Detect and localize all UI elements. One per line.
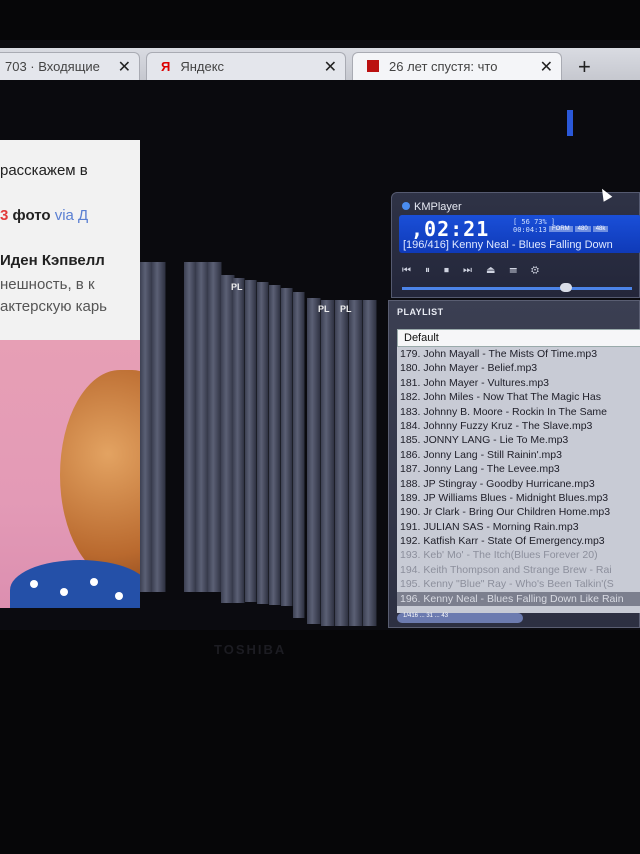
- bitrate-readout: [ 56 73% ]: [513, 218, 556, 226]
- article-line: актерскую карь: [0, 298, 107, 315]
- playlist-selector[interactable]: Default: [397, 329, 640, 347]
- tab-inbox[interactable]: 703 · Входящие ✕: [0, 52, 140, 80]
- ghost-window: [335, 300, 349, 626]
- hair: [60, 370, 140, 580]
- kmplayer-window[interactable]: KMPlayer ,02:21 [ 56 73% ] 00:04:13 FORM…: [391, 192, 640, 298]
- playlist-row[interactable]: 196. Kenny Neal - Blues Falling Down Lik…: [397, 591, 640, 607]
- playlist-row[interactable]: 193. Keb' Mo' - The Itch(Blues Forever 2…: [397, 548, 640, 562]
- playlist-row[interactable]: 194. Keith Thompson and Strange Brew - R…: [397, 563, 640, 577]
- duration-readout: 00:04:13: [513, 226, 547, 234]
- playlist-footer[interactable]: 1/416 ... 31 ... 43: [397, 613, 523, 623]
- close-icon[interactable]: ✕: [540, 57, 553, 77]
- pause-icon[interactable]: ⏸: [425, 265, 444, 276]
- ghost-window: [307, 298, 321, 624]
- tab-article[interactable]: 26 лет спустя: что ✕: [352, 52, 562, 80]
- ghost-label: PL: [340, 304, 352, 314]
- ghost-window: [349, 300, 363, 626]
- close-icon[interactable]: ✕: [118, 57, 131, 77]
- tab-yandex[interactable]: Я Яндекс ✕: [146, 52, 346, 80]
- article-photo: [0, 340, 140, 608]
- playlist-row[interactable]: 179. John Mayall - The Mists Of Time.mp3: [397, 347, 640, 361]
- next-icon[interactable]: ⏭: [463, 265, 486, 276]
- playlist-row[interactable]: 189. JP Williams Blues - Midnight Blues.…: [397, 491, 640, 505]
- ghost-window: [363, 300, 377, 626]
- time-value: 02:21: [424, 217, 490, 241]
- playlist-window[interactable]: PLAYLIST Default 179. John Mayall - The …: [388, 300, 640, 628]
- article-line: расскажем в: [0, 162, 88, 179]
- playlist-row[interactable]: 183. Johnny B. Moore - Rockin In The Sam…: [397, 405, 640, 419]
- playlist-row[interactable]: 184. Johnny Fuzzy Kruz - The Slave.mp3: [397, 419, 640, 433]
- ghost-window: [293, 292, 305, 618]
- ghost-window: [245, 280, 257, 602]
- playlist-row[interactable]: 187. Jonny Lang - The Levee.mp3: [397, 462, 640, 476]
- tab-label: 703 · Входящие: [5, 59, 100, 74]
- browser-tab-strip: 703 · Входящие ✕ Я Яндекс ✕ 26 лет спустя…: [0, 48, 640, 80]
- dress-dot: [30, 580, 38, 588]
- kmplayer-title-text: KMPlayer: [414, 201, 462, 213]
- ghost-window: [208, 262, 222, 592]
- site-favicon-icon: [367, 60, 379, 72]
- kmplayer-title: KMPlayer: [402, 201, 462, 213]
- via-link[interactable]: via Д: [55, 207, 89, 224]
- dress-dot: [60, 588, 68, 596]
- seek-bar[interactable]: [402, 287, 632, 290]
- now-playing-track: [196/416] Kenny Neal - Blues Falling Dow…: [403, 239, 613, 251]
- playlist-row[interactable]: 180. John Mayer - Belief.mp3: [397, 361, 640, 375]
- photo-count: 3: [0, 207, 9, 224]
- article-heading: Иден Кэпвелл: [0, 252, 105, 269]
- playlist-row[interactable]: 195. Kenny "Blue" Ray - Who's Been Talki…: [397, 577, 640, 591]
- ghost-window: [269, 285, 281, 605]
- tab-label: Яндекс: [180, 59, 225, 74]
- photo: 703 · Входящие ✕ Я Яндекс ✕ 26 лет спустя…: [0, 0, 640, 854]
- playlist-row[interactable]: 181. John Mayer - Vultures.mp3: [397, 376, 640, 390]
- stop-icon[interactable]: ⏹: [444, 265, 463, 276]
- playlist-items: 179. John Mayall - The Mists Of Time.mp3…: [397, 347, 640, 613]
- tab-label: 26 лет спустя: что: [389, 59, 498, 74]
- format-chip: 480: [574, 226, 591, 232]
- eject-icon[interactable]: ⏏: [486, 265, 509, 276]
- article-line: нешность, в к: [0, 276, 95, 293]
- prev-icon[interactable]: ⏮: [402, 265, 425, 276]
- playlist-row[interactable]: 192. Katfish Karr - State Of Emergency.m…: [397, 534, 640, 548]
- settings-icon[interactable]: ⚙: [531, 265, 553, 276]
- playlist-header: PLAYLIST: [397, 307, 444, 317]
- volume-knob[interactable]: [560, 283, 572, 292]
- playlist-icon[interactable]: ☰: [509, 265, 531, 276]
- new-tab-button[interactable]: +: [578, 54, 591, 80]
- playlist-row[interactable]: 185. JONNY LANG - Lie To Me.mp3: [397, 433, 640, 447]
- kmplayer-display: ,02:21 [ 56 73% ] 00:04:13 FORM 480 48k [1…: [399, 215, 640, 253]
- yandex-icon: Я: [161, 59, 171, 74]
- close-icon[interactable]: ✕: [324, 57, 337, 77]
- ghost-window: [321, 300, 335, 626]
- dress-dot: [90, 578, 98, 586]
- ghost-window: [257, 282, 269, 604]
- ghost-label: PL: [231, 282, 243, 292]
- format-chips: FORM 480 48k: [549, 226, 610, 232]
- format-chip: 48k: [592, 226, 609, 232]
- playlist-row[interactable]: 188. JP Stingray - Goodby Hurricane.mp3: [397, 477, 640, 491]
- monitor-brand: TOSHIBA: [214, 642, 287, 657]
- playlist-row[interactable]: 190. Jr Clark - Bring Our Children Home.…: [397, 505, 640, 519]
- kmplayer-logo-icon: [402, 202, 410, 210]
- ghost-window: [233, 278, 245, 603]
- ghost-window: [281, 288, 293, 606]
- screen-artifact: [567, 110, 573, 136]
- format-chip: FORM: [549, 226, 573, 232]
- playlist-row[interactable]: 191. JULIAN SAS - Morning Rain.mp3: [397, 520, 640, 534]
- ghost-label: PL: [318, 304, 330, 314]
- ghost-window: [152, 262, 166, 592]
- playback-time: ,02:21: [411, 217, 490, 241]
- playlist-row[interactable]: 182. John Miles - Now That The Magic Has: [397, 390, 640, 404]
- playlist-row[interactable]: 186. Jonny Lang - Still Rainin'.mp3: [397, 448, 640, 462]
- photo-word: фото: [12, 207, 51, 224]
- photo-count-line: 3 фото via Д: [0, 207, 88, 224]
- transport-controls: ⏮⏸⏹⏭⏏☰⚙: [402, 265, 553, 276]
- dress-dot: [115, 592, 123, 600]
